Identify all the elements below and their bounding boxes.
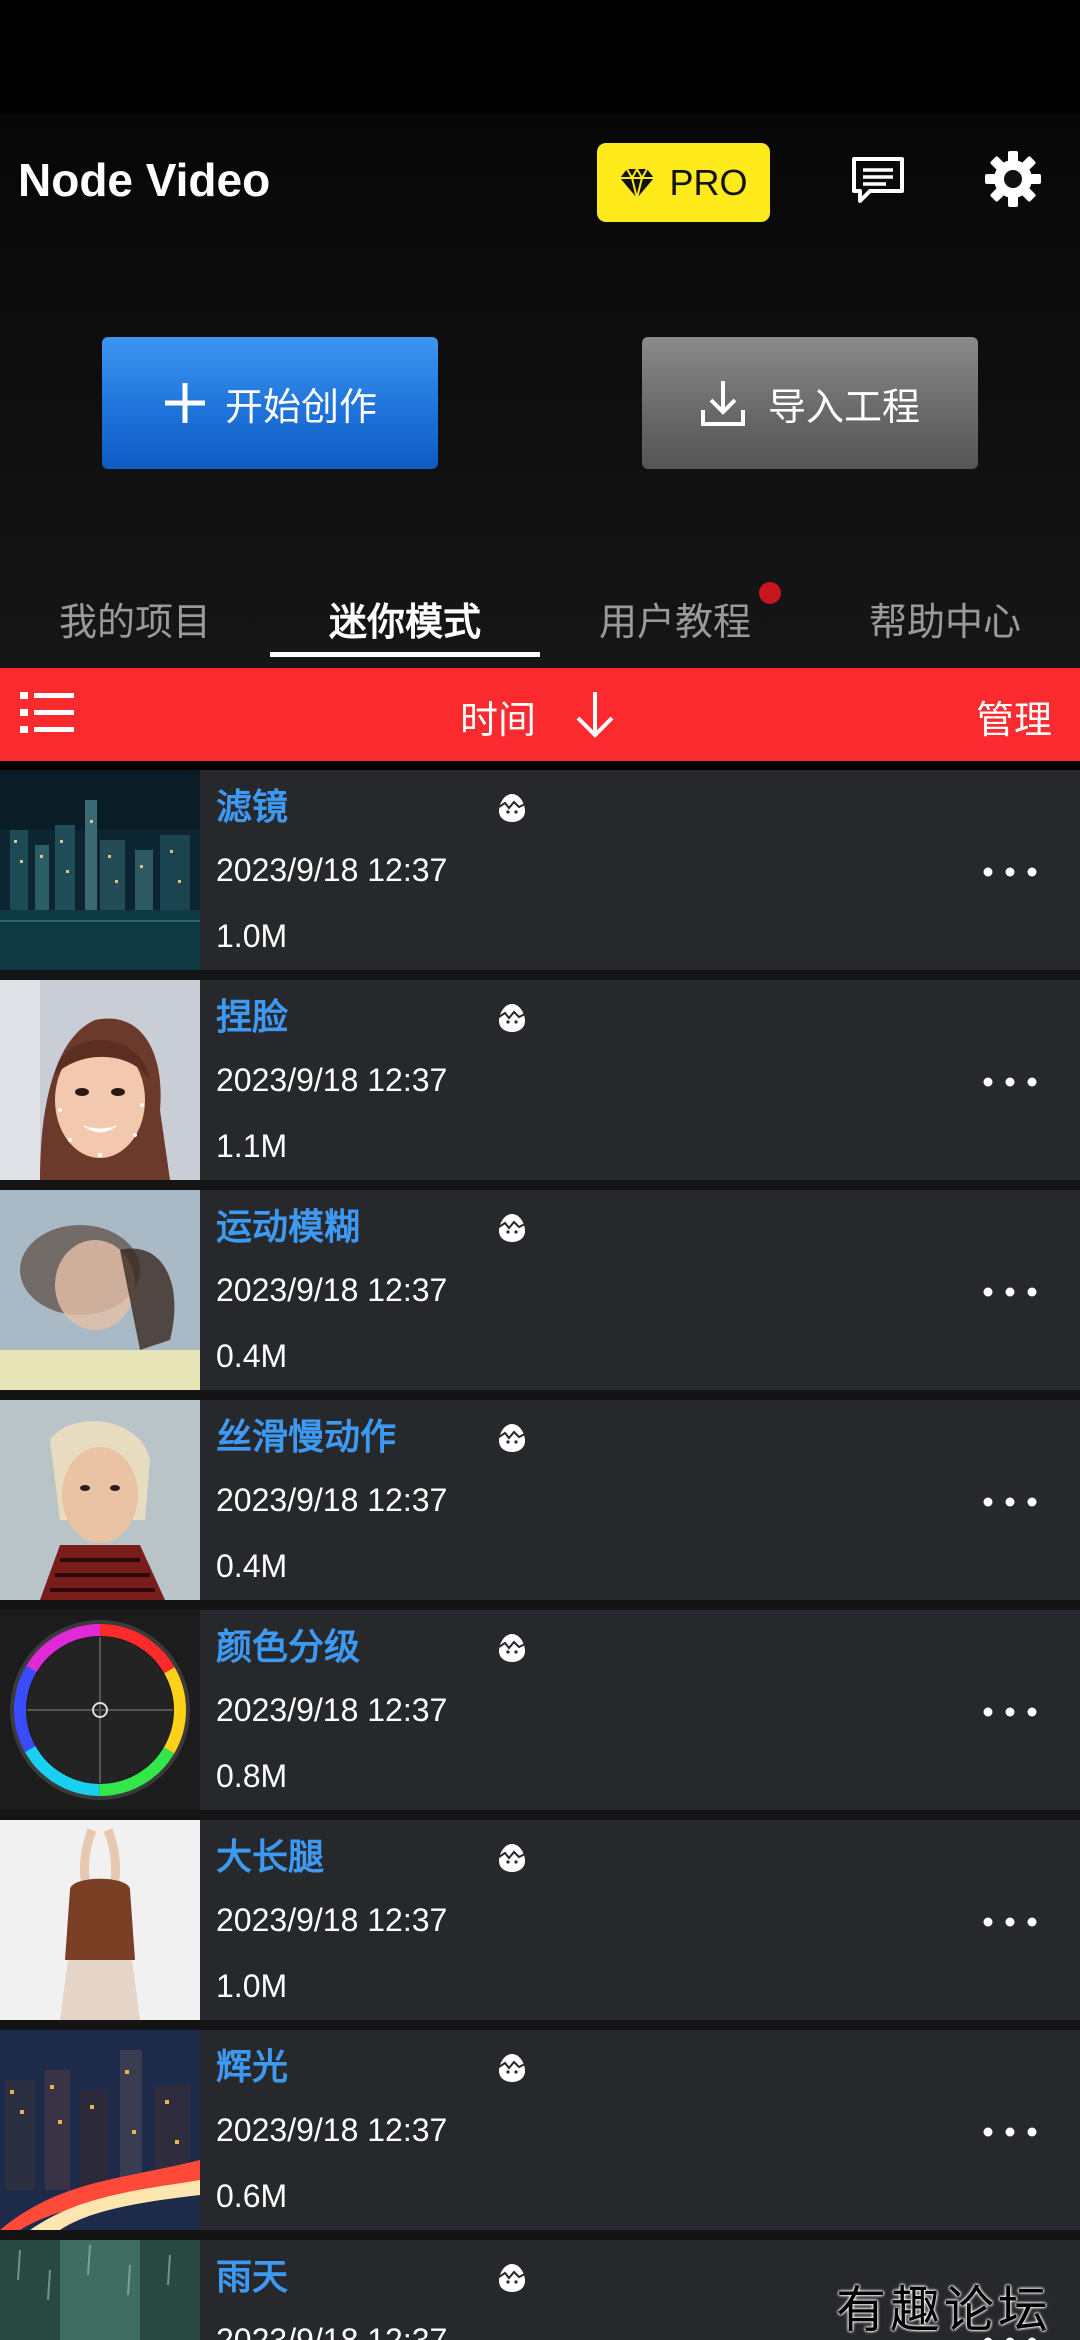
project-list: 滤镜 2023/9/18 12:37 1.0M 捏脸 2023/9/18 12:… [0,770,1080,2340]
item-date: 2023/9/18 12:37 [216,1692,448,1728]
app-header: Node Video PRO [0,113,1080,253]
thumbnail-motion-blur [0,1190,200,1390]
app-title: Node Video [18,154,271,206]
list-item[interactable]: 运动模糊 2023/9/18 12:37 0.4M [0,1190,1080,1390]
more-options-icon[interactable] [980,2122,1040,2142]
tab-bar: 我的项目 迷你模式 用户教程 帮助中心 [0,568,1080,668]
item-size: 1.1M [216,1128,288,1164]
egg-chick-icon [498,1214,526,1242]
egg-chick-icon [498,1634,526,1662]
item-name: 大长腿 [216,1837,325,1878]
gear-icon [985,151,1041,207]
egg-chick-icon [498,2264,526,2292]
item-date: 2023/9/18 12:37 [216,1062,448,1098]
item-size: 0.4M [216,1548,288,1584]
plus-icon [164,383,205,423]
item-name: 捏脸 [216,997,289,1038]
tab-my-projects[interactable]: 我的项目 [0,568,270,668]
item-name: 辉光 [216,2047,289,2088]
more-options-icon[interactable] [980,862,1040,882]
sort-down-arrow-icon[interactable] [572,688,618,740]
watermark: 有趣论坛 [836,2281,1052,2339]
list-item[interactable]: 滤镜 2023/9/18 12:37 1.0M [0,770,1080,970]
start-create-button[interactable]: 开始创作 [102,337,438,469]
list-item[interactable]: 捏脸 2023/9/18 12:37 1.1M [0,980,1080,1180]
pro-button[interactable]: PRO [597,143,770,222]
download-icon [700,381,745,426]
thumbnail-long-legs [0,1820,200,2020]
sort-label[interactable]: 时间 [460,689,536,744]
notification-badge [759,582,781,604]
egg-chick-icon [498,1424,526,1452]
item-date: 2023/9/18 12:37 [216,1272,448,1308]
tab-help-center[interactable]: 帮助中心 [810,568,1080,668]
item-date: 2023/9/18 12:37 [216,1482,448,1518]
item-name: 丝滑慢动作 [216,1417,397,1458]
thumbnail-face-portrait [0,980,200,1180]
settings-button[interactable] [982,148,1044,210]
thumbnail-rainy-day [0,2240,200,2340]
message-icon [852,157,904,203]
egg-chick-icon [498,1004,526,1032]
list-item[interactable]: 颜色分级 2023/9/18 12:37 0.8M [0,1610,1080,1810]
active-tab-indicator [270,652,540,657]
pro-label: PRO [669,161,748,203]
import-project-label: 导入工程 [767,384,920,429]
more-options-icon[interactable] [980,1282,1040,1302]
more-options-icon[interactable] [980,1492,1040,1512]
item-name: 雨天 [216,2257,289,2298]
item-name: 运动模糊 [216,1207,361,1248]
list-item[interactable]: 辉光 2023/9/18 12:37 0.6M [0,2030,1080,2230]
thumbnail-city-night [0,770,200,970]
egg-chick-icon [498,1844,526,1872]
import-project-button[interactable]: 导入工程 [642,337,978,469]
thumbnail-slow-motion [0,1400,200,1600]
diamond-icon [620,168,655,198]
manage-button[interactable]: 管理 [976,689,1052,744]
message-button[interactable] [848,151,908,211]
item-date: 2023/9/18 12:37 [216,2112,448,2148]
item-date: 2023/9/18 12:37 [216,1902,448,1938]
egg-chick-icon [498,2054,526,2082]
thumbnail-glow-city [0,2030,200,2230]
thumbnail-color-wheel [0,1610,200,1810]
item-size: 1.0M [216,918,288,954]
item-date: 2023/9/18 12:37 [216,852,448,888]
more-options-icon[interactable] [980,1912,1040,1932]
egg-chick-icon [498,794,526,822]
item-name: 颜色分级 [216,1627,361,1668]
item-size: 0.4M [216,1338,288,1374]
start-create-label: 开始创作 [224,384,377,429]
more-options-icon[interactable] [980,1702,1040,1722]
item-name: 滤镜 [216,787,289,828]
more-options-icon[interactable] [980,1072,1040,1092]
list-item[interactable]: 丝滑慢动作 2023/9/18 12:37 0.4M [0,1400,1080,1600]
item-size: 1.0M [216,1968,288,2004]
list-item[interactable]: 大长腿 2023/9/18 12:37 1.0M [0,1820,1080,2020]
list-view-icon[interactable] [20,690,74,736]
status-bar [0,0,1080,113]
item-size: 0.8M [216,1758,288,1794]
item-date: 2023/9/18 12:37 [216,2322,448,2340]
list-toolbar [0,668,1080,761]
item-size: 0.6M [216,2178,288,2214]
